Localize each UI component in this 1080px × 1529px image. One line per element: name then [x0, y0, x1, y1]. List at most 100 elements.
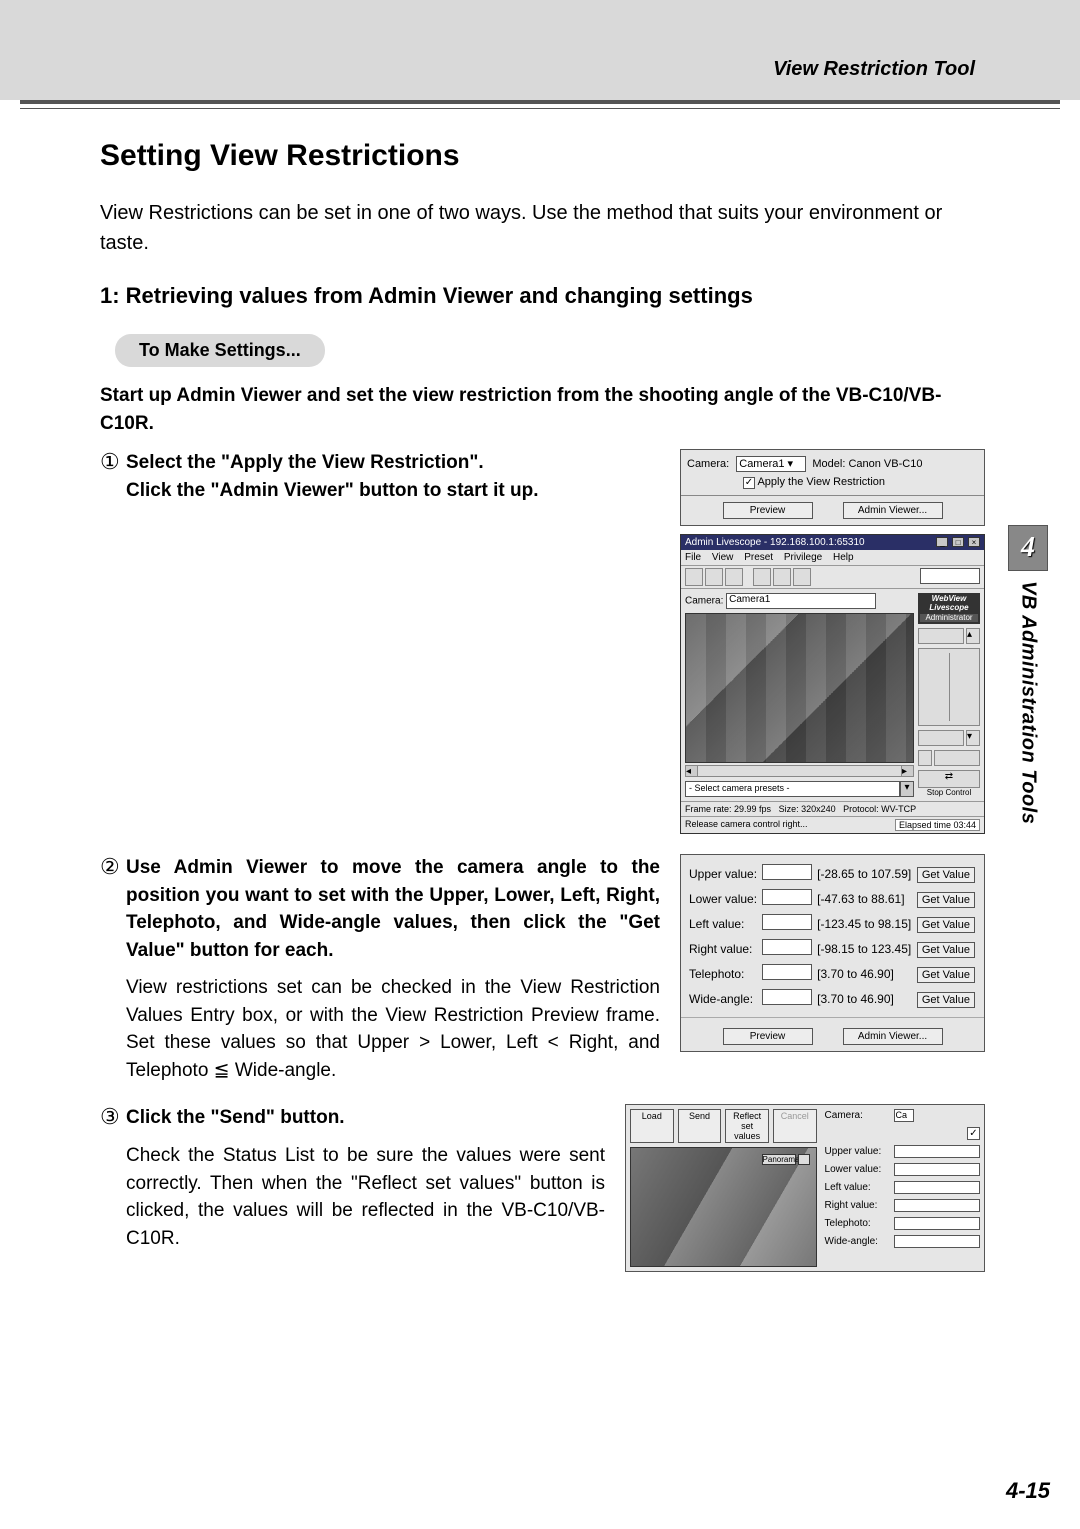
value-range: [-98.15 to 123.45] — [815, 936, 915, 961]
menu-help[interactable]: Help — [833, 552, 854, 563]
menu-preset[interactable]: Preset — [744, 552, 773, 563]
preset-dropdown[interactable]: - Select camera presets - — [685, 781, 900, 797]
value-label: Wide-angle: — [687, 986, 760, 1011]
ls-camera-value: Camera1 — [729, 594, 770, 605]
model-label: Model: Canon VB-C10 — [812, 458, 922, 470]
backlight-icon[interactable] — [918, 750, 932, 766]
values-admin-viewer-button[interactable]: Admin Viewer... — [843, 1028, 943, 1045]
admin-livescope-window: Admin Livescope - 192.168.100.1:65310 _ … — [680, 534, 985, 834]
zoom-tele-icon[interactable] — [918, 730, 964, 746]
value-input[interactable] — [762, 864, 812, 880]
values-entry-panel: Upper value:[-28.65 to 107.59]Get ValueL… — [680, 854, 985, 1052]
send-camera-dropdown[interactable]: Ca — [894, 1109, 914, 1122]
toolbar-button[interactable] — [773, 568, 791, 586]
window-title: Admin Livescope - 192.168.100.1:65310 — [685, 537, 865, 548]
reflect-button[interactable]: Reflect set values — [725, 1109, 769, 1143]
send-value-field[interactable] — [894, 1163, 980, 1176]
panorama-button[interactable]: Panorama... — [762, 1154, 796, 1165]
zoom-slider[interactable] — [918, 648, 980, 726]
value-label: Telephoto: — [687, 961, 760, 986]
camera-label: Camera: — [687, 458, 729, 470]
send-camera-label: Camera: — [825, 1110, 890, 1121]
cancel-button[interactable]: Cancel — [773, 1109, 817, 1143]
zoom-down-icon[interactable]: ▾ — [966, 730, 980, 746]
send-value-field[interactable] — [894, 1235, 980, 1248]
camera-dropdown-value: Camera1 — [739, 458, 784, 470]
step-2-bold: Use Admin Viewer to move the camera angl… — [126, 854, 660, 964]
value-label: Left value: — [687, 911, 760, 936]
value-range: [3.70 to 46.90] — [815, 961, 915, 986]
value-row: Telephoto: [3.70 to 46.90]Get Value — [687, 961, 978, 986]
step-3-body: Check the Status List to be sure the val… — [126, 1142, 605, 1252]
get-value-button[interactable]: Get Value — [917, 992, 975, 1008]
status-frame-rate: Frame rate: 29.99 fps Size: 320x240 Prot… — [685, 804, 916, 814]
get-value-button[interactable]: Get Value — [917, 942, 975, 958]
brand-box: WebView Livescope Administrator — [918, 593, 980, 624]
admin-viewer-button[interactable]: Admin Viewer... — [843, 502, 943, 519]
menu-file[interactable]: File — [685, 552, 701, 563]
video-preview[interactable] — [685, 613, 914, 763]
section-heading-1: 1: Retrieving values from Admin Viewer a… — [100, 283, 985, 309]
toolbar-button[interactable] — [753, 568, 771, 586]
get-value-button[interactable]: Get Value — [917, 867, 975, 883]
camera-dropdown[interactable]: Camera1 ▾ — [736, 456, 806, 472]
value-input[interactable] — [762, 964, 812, 980]
toolbar — [681, 566, 984, 589]
send-value-label: Telephoto: — [825, 1218, 890, 1229]
values-preview-button[interactable]: Preview — [723, 1028, 813, 1045]
step-2-body: View restrictions set can be checked in … — [126, 974, 660, 1084]
menu-view[interactable]: View — [712, 552, 734, 563]
value-input[interactable] — [762, 889, 812, 905]
value-row: Right value:[-98.15 to 123.45]Get Value — [687, 936, 978, 961]
pan-scrollbar[interactable]: ◂▸ — [685, 765, 914, 777]
make-settings-pill: To Make Settings... — [115, 334, 325, 367]
divider-thick — [20, 100, 1060, 104]
send-value-label: Wide-angle: — [825, 1236, 890, 1247]
step-1-line1: Select the "Apply the View Restriction". — [126, 449, 538, 477]
status-release: Release camera control right... — [685, 819, 808, 831]
menu-privilege[interactable]: Privilege — [784, 552, 822, 563]
intro-paragraph: View Restrictions can be set in one of t… — [100, 198, 985, 258]
value-label: Upper value: — [687, 861, 760, 886]
toolbar-button[interactable] — [793, 568, 811, 586]
toolbar-button[interactable] — [685, 568, 703, 586]
preview-button[interactable]: Preview — [723, 502, 813, 519]
send-value-field[interactable] — [894, 1199, 980, 1212]
control-icon[interactable] — [934, 750, 980, 766]
send-apply-checkbox[interactable] — [967, 1127, 980, 1140]
value-range: [-47.63 to 88.61] — [815, 886, 915, 911]
send-value-field[interactable] — [894, 1181, 980, 1194]
get-value-button[interactable]: Get Value — [917, 967, 975, 983]
send-value-field[interactable] — [894, 1145, 980, 1158]
apply-restriction-checkbox[interactable]: ✓ — [743, 477, 755, 489]
ls-camera-label: Camera: — [685, 596, 723, 607]
get-value-button[interactable]: Get Value — [917, 917, 975, 933]
close-icon[interactable]: × — [968, 537, 980, 547]
send-button[interactable]: Send — [678, 1109, 722, 1143]
value-row: Lower value:[-47.63 to 88.61]Get Value — [687, 886, 978, 911]
send-value-label: Upper value: — [825, 1146, 890, 1157]
minimize-icon[interactable]: _ — [936, 537, 948, 547]
send-panel: Load Send Reflect set values Cancel Pano… — [625, 1104, 985, 1272]
zoom-up-icon[interactable]: ▴ — [966, 628, 980, 644]
value-range: [-28.65 to 107.59] — [815, 861, 915, 886]
send-value-field[interactable] — [894, 1217, 980, 1230]
ls-camera-dropdown[interactable]: Camera1 — [726, 593, 876, 609]
toolbar-button[interactable] — [705, 568, 723, 586]
zoom-wide-icon[interactable] — [918, 628, 964, 644]
toolbar-dropdown[interactable] — [920, 568, 980, 584]
page-title: Setting View Restrictions — [100, 139, 985, 173]
stop-control-icon[interactable]: ⇄ Stop Control — [918, 770, 980, 797]
get-value-button[interactable]: Get Value — [917, 892, 975, 908]
menu-bar: File View Preset Privilege Help — [681, 550, 984, 566]
maximize-icon[interactable]: □ — [952, 537, 964, 547]
value-input[interactable] — [762, 989, 812, 1005]
value-range: [-123.45 to 98.15] — [815, 911, 915, 936]
load-button[interactable]: Load — [630, 1109, 674, 1143]
value-range: [3.70 to 46.90] — [815, 986, 915, 1011]
panorama-extra-button[interactable] — [798, 1154, 810, 1165]
value-input[interactable] — [762, 939, 812, 955]
toolbar-button[interactable] — [725, 568, 743, 586]
camera-select-panel: Camera: Camera1 ▾ Model: Canon VB-C10 ✓ … — [680, 449, 985, 526]
value-input[interactable] — [762, 914, 812, 930]
